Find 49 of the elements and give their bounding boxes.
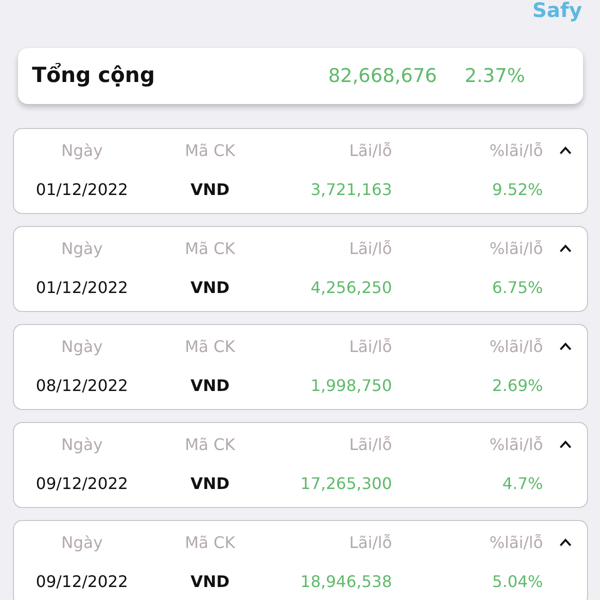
pnl-value: 3,721,163 xyxy=(310,179,392,201)
pnl-value: 17,265,300 xyxy=(299,473,392,495)
percent-value: 2.69% xyxy=(491,375,543,397)
chevron-up-icon[interactable] xyxy=(558,440,572,449)
percent-value: 6.75% xyxy=(491,277,543,299)
date-header: Ngày xyxy=(60,238,104,260)
total-amount: 82,668,676 xyxy=(327,64,437,89)
date-value: 01/12/2022 xyxy=(34,179,130,201)
date-value: 09/12/2022 xyxy=(34,571,130,593)
percent-header: %lãi/lỗ xyxy=(488,336,543,358)
chevron-up-icon[interactable] xyxy=(558,146,572,155)
code-header: Mã CK xyxy=(184,336,236,358)
stock-code: VND xyxy=(189,179,231,201)
stock-code: VND xyxy=(189,375,231,397)
date-value: 08/12/2022 xyxy=(34,375,130,397)
pnl-header: Lãi/lỗ xyxy=(348,336,392,358)
pnl-header: Lãi/lỗ xyxy=(348,238,392,260)
pnl-header: Lãi/lỗ xyxy=(348,140,392,162)
date-header: Ngày xyxy=(60,532,104,554)
percent-value: 5.04% xyxy=(491,571,543,593)
percent-value: 4.7% xyxy=(501,473,543,495)
date-header: Ngày xyxy=(60,336,104,358)
chevron-up-icon[interactable] xyxy=(558,244,572,253)
date-header: Ngày xyxy=(60,140,104,162)
total-label: Tổng cộng xyxy=(32,62,156,90)
code-header: Mã CK xyxy=(184,140,236,162)
pnl-value: 18,946,538 xyxy=(299,571,392,593)
percent-header: %lãi/lỗ xyxy=(488,532,543,554)
pnl-header: Lãi/lỗ xyxy=(348,434,392,456)
percent-header: %lãi/lỗ xyxy=(488,434,543,456)
date-value: 01/12/2022 xyxy=(34,277,130,299)
code-header: Mã CK xyxy=(184,532,236,554)
code-header: Mã CK xyxy=(184,238,236,260)
total-percent: 2.37% xyxy=(464,64,525,89)
chevron-up-icon[interactable] xyxy=(558,342,572,351)
percent-header: %lãi/lỗ xyxy=(488,238,543,260)
pnl-header: Lãi/lỗ xyxy=(348,532,392,554)
stock-code: VND xyxy=(189,571,231,593)
brand-logo-text: Safy xyxy=(531,0,583,20)
pnl-value: 4,256,250 xyxy=(310,277,392,299)
date-header: Ngày xyxy=(60,434,104,456)
percent-value: 9.52% xyxy=(491,179,543,201)
pnl-value: 1,998,750 xyxy=(310,375,392,397)
chevron-up-icon[interactable] xyxy=(558,538,572,547)
stock-code: VND xyxy=(189,473,231,495)
stock-code: VND xyxy=(189,277,231,299)
date-value: 09/12/2022 xyxy=(34,473,130,495)
code-header: Mã CK xyxy=(184,434,236,456)
percent-header: %lãi/lỗ xyxy=(488,140,543,162)
